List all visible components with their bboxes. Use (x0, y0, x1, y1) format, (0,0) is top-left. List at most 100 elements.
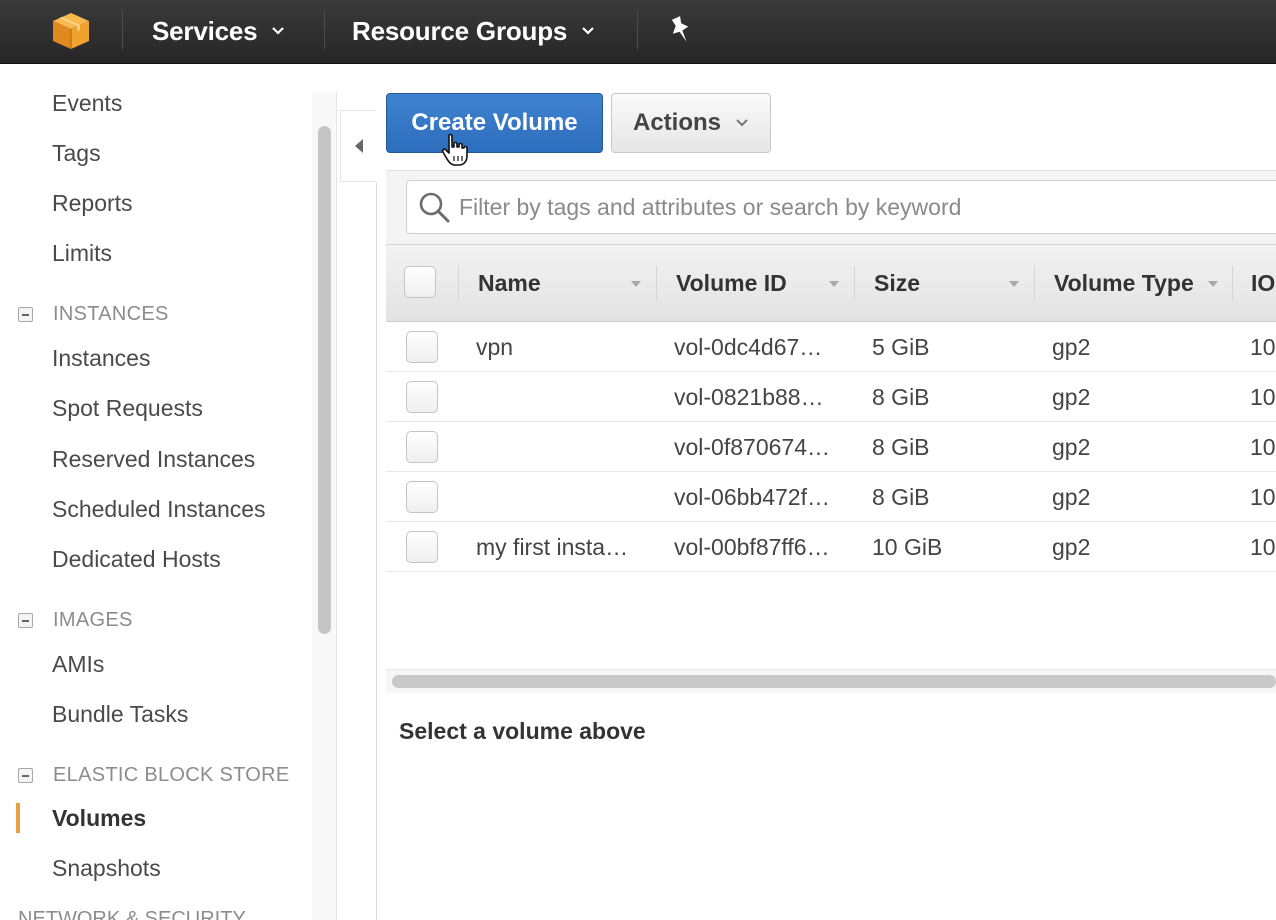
chevron-down-icon (582, 27, 594, 35)
row-checkbox[interactable] (406, 381, 438, 413)
search-box[interactable] (406, 180, 1276, 234)
row-checkbox[interactable] (406, 481, 438, 513)
content-divider (376, 182, 377, 920)
section-header-label: INSTANCES (53, 303, 169, 325)
column-divider (656, 266, 657, 300)
cell-volume-id: vol-06bb472f… (674, 483, 830, 510)
sidebar-scrollbar-thumb[interactable] (318, 126, 331, 634)
sidebar-item-limits[interactable]: Limits (52, 240, 112, 267)
sort-caret-icon (1009, 281, 1019, 287)
search-icon (419, 192, 450, 223)
column-header-name[interactable]: Name (478, 244, 541, 322)
search-input[interactable] (459, 193, 1259, 221)
topbar-divider (324, 10, 325, 50)
table-row[interactable]: vol-0f870674… 8 GiB gp2 10 (386, 422, 1276, 472)
create-volume-button[interactable]: Create Volume (386, 93, 603, 153)
sidebar-item-tags[interactable]: Tags (52, 140, 101, 167)
row-checkbox[interactable] (406, 531, 438, 563)
details-empty-message: Select a volume above (399, 718, 646, 744)
cell-volume-id: vol-0dc4d67… (674, 333, 823, 360)
cell-iops: 10 (1250, 533, 1276, 560)
sort-caret-icon (631, 281, 641, 287)
collapse-minus-icon (18, 613, 33, 628)
collapse-sidebar-button[interactable] (340, 110, 376, 182)
table-scrollbar-thumb[interactable] (392, 675, 1276, 688)
section-header-images[interactable]: IMAGES (18, 609, 133, 632)
row-checkbox[interactable] (406, 331, 438, 363)
table-row[interactable]: vpn vol-0dc4d67… 5 GiB gp2 10 (386, 322, 1276, 372)
sort-caret-icon (1208, 281, 1218, 287)
cell-volume-type: gp2 (1052, 383, 1091, 410)
services-menu[interactable]: Services (152, 16, 285, 46)
cell-iops: 10 (1250, 483, 1276, 510)
sidebar-item-volumes[interactable]: Volumes (52, 805, 146, 832)
section-header-elastic-block-store[interactable]: ELASTIC BLOCK STORE (18, 764, 290, 787)
actions-dropdown-button[interactable]: Actions (611, 93, 771, 153)
sidebar-item-snapshots[interactable]: Snapshots (52, 855, 161, 882)
column-header-volume-id[interactable]: Volume ID (676, 244, 787, 322)
active-item-marker (16, 803, 20, 833)
topbar-divider (637, 10, 638, 50)
column-header-label: Volume Type (1054, 269, 1194, 296)
cell-volume-type: gp2 (1052, 533, 1091, 560)
column-header-volume-type[interactable]: Volume Type (1054, 244, 1194, 322)
column-header-label: IO (1251, 269, 1276, 296)
cell-volume-type: gp2 (1052, 433, 1091, 460)
table-row[interactable]: vol-0821b88… 8 GiB gp2 10 (386, 372, 1276, 422)
cell-volume-type: gp2 (1052, 333, 1091, 360)
sidebar-item-instances[interactable]: Instances (52, 345, 150, 372)
sidebar-navigation: Events Tags Reports Limits INSTANCES Ins… (0, 64, 312, 920)
resource-groups-menu[interactable]: Resource Groups (352, 16, 595, 46)
column-header-label: Size (874, 269, 921, 296)
sidebar-item-dedicated-hosts[interactable]: Dedicated Hosts (52, 546, 221, 573)
table-row[interactable]: vol-06bb472f… 8 GiB gp2 10 (386, 472, 1276, 522)
create-volume-label: Create Volume (411, 109, 578, 136)
hand-pointer-icon (441, 133, 468, 166)
sort-caret-icon (829, 281, 839, 287)
cell-volume-type: gp2 (1052, 483, 1091, 510)
sidebar-item-scheduled-instances[interactable]: Scheduled Instances (52, 496, 266, 523)
cell-size: 8 GiB (872, 483, 930, 510)
cell-volume-id: vol-00bf87ff6… (674, 533, 830, 560)
services-menu-label: Services (152, 15, 258, 46)
column-divider (1232, 266, 1233, 300)
column-header-iops[interactable]: IO (1251, 244, 1275, 322)
cell-volume-id: vol-0821b88… (674, 383, 824, 410)
sidebar-item-bundle-tasks[interactable]: Bundle Tasks (52, 701, 188, 728)
cell-size: 5 GiB (872, 333, 930, 360)
chevron-down-icon (272, 27, 285, 35)
column-divider (854, 266, 855, 300)
collapse-minus-icon (18, 307, 33, 322)
column-header-size[interactable]: Size (874, 244, 920, 322)
cell-size: 8 GiB (872, 383, 930, 410)
cell-iops: 10 (1250, 433, 1276, 460)
pin-icon[interactable] (667, 14, 695, 46)
collapse-minus-icon (18, 768, 33, 783)
cell-volume-id: vol-0f870674… (674, 433, 830, 460)
cell-iops: 10 (1250, 383, 1276, 410)
sidebar-item-events[interactable]: Events (52, 90, 122, 117)
sidebar-item-amis[interactable]: AMIs (52, 651, 104, 678)
column-header-label: Name (478, 269, 541, 296)
top-navigation-bar: Services Resource Groups (0, 0, 1276, 64)
section-header-label: IMAGES (53, 609, 133, 631)
section-header-network-security[interactable]: NETWORK & SECURITY (18, 908, 246, 920)
triangle-left-icon (354, 139, 363, 153)
topbar-divider (122, 10, 123, 50)
sidebar-item-reserved-instances[interactable]: Reserved Instances (52, 446, 255, 473)
table-row[interactable]: my first insta… vol-00bf87ff6… 10 GiB gp… (386, 522, 1276, 572)
sidebar-item-spot-requests[interactable]: Spot Requests (52, 395, 203, 422)
cell-name: my first insta… (476, 533, 629, 560)
resource-groups-menu-label: Resource Groups (352, 15, 568, 46)
cell-size: 10 GiB (872, 533, 943, 560)
section-header-instances[interactable]: INSTANCES (18, 303, 169, 326)
cell-iops: 10 (1250, 333, 1276, 360)
select-all-checkbox[interactable] (404, 266, 436, 298)
column-divider (458, 266, 459, 300)
sidebar-item-reports[interactable]: Reports (52, 190, 133, 217)
cell-name: vpn (476, 333, 514, 360)
aws-logo-icon[interactable] (50, 11, 92, 51)
chevron-down-icon (736, 119, 748, 127)
row-checkbox[interactable] (406, 431, 438, 463)
section-header-label: ELASTIC BLOCK STORE (53, 764, 290, 786)
